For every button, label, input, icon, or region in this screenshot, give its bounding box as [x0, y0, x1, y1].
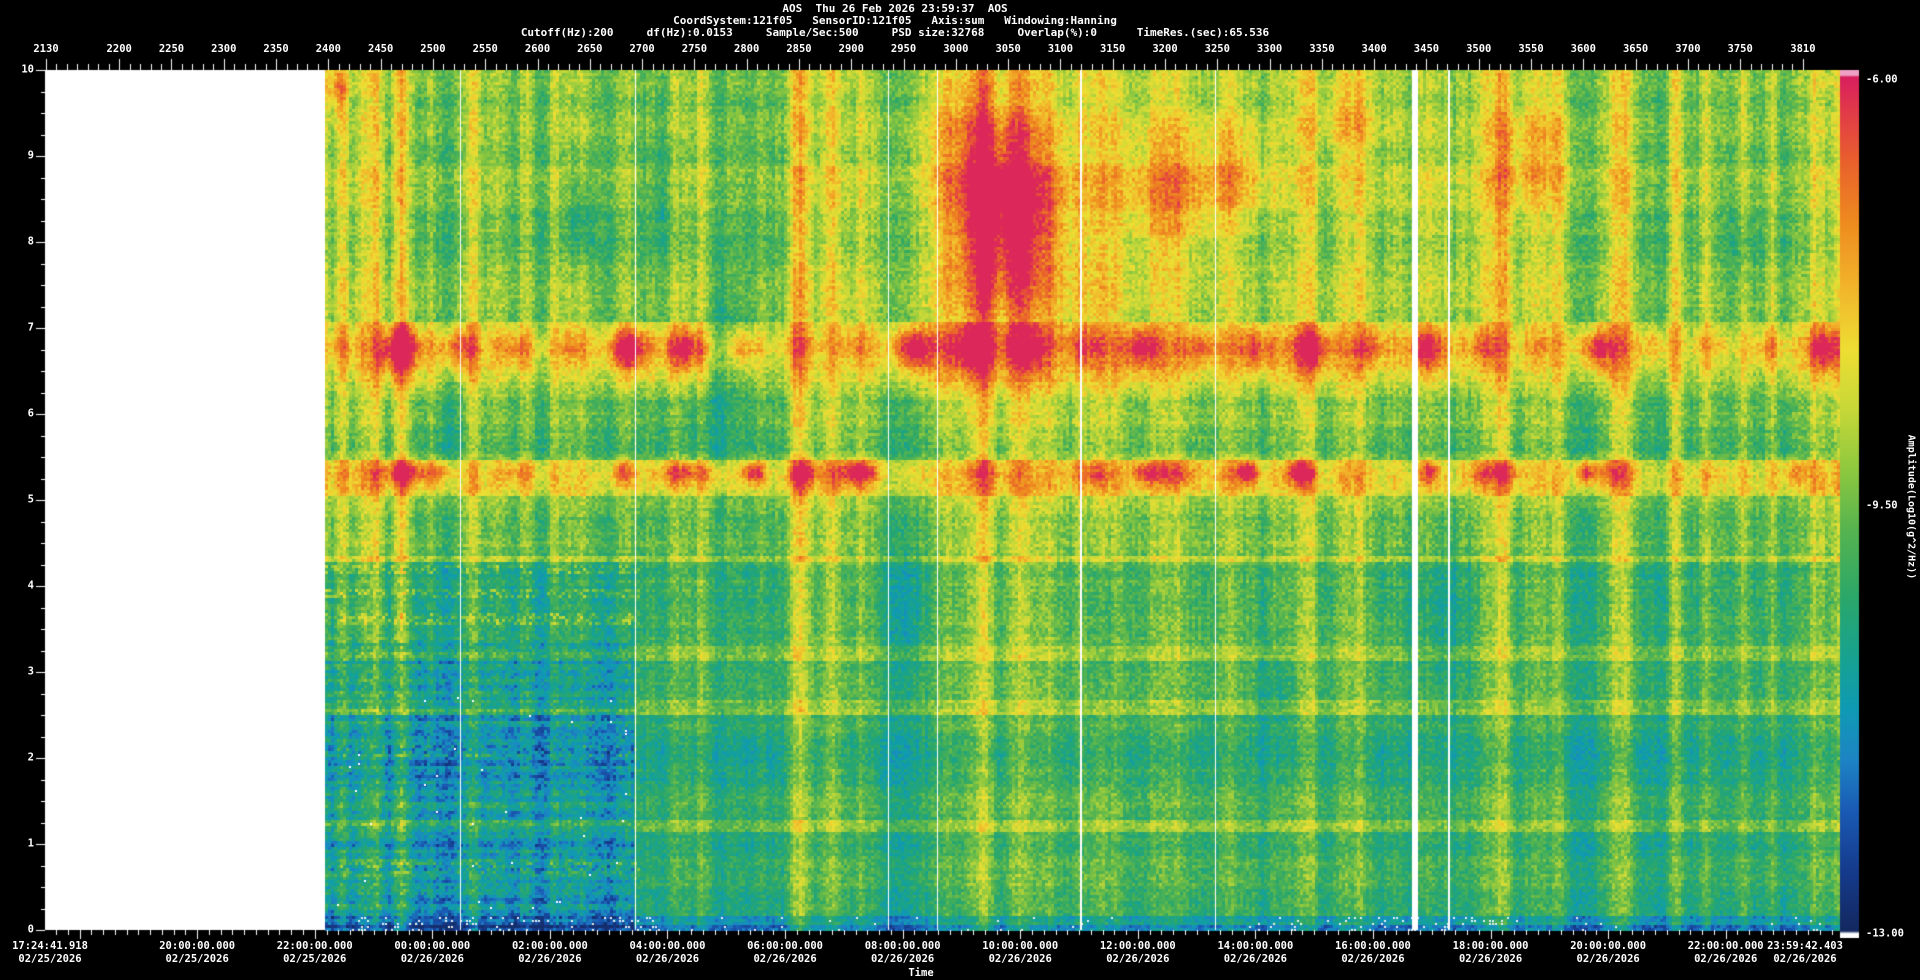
spectrogram-canvas	[0, 0, 1920, 980]
freq-axis-tick-label: 6	[28, 409, 34, 420]
date-tick-label: 02/26/2026	[1341, 954, 1404, 965]
time-tick-label: 20:00:00.000	[1570, 941, 1646, 952]
top-axis-tick-label: 3650	[1623, 44, 1648, 55]
time-tick-label: 23:59:42.403	[1767, 941, 1843, 952]
top-axis-tick-label: 2650	[577, 44, 602, 55]
time-tick-label: 02:00:00.000	[512, 941, 588, 952]
top-axis-tick-label: 3400	[1362, 44, 1387, 55]
date-tick-label: 02/26/2026	[1459, 954, 1522, 965]
top-axis-tick-label: 3350	[1309, 44, 1334, 55]
top-axis-tick-label: 3150	[1100, 44, 1125, 55]
date-tick-label: 02/26/2026	[518, 954, 581, 965]
time-tick-label: 18:00:00.000	[1453, 941, 1529, 952]
top-axis-tick-label: 2600	[525, 44, 550, 55]
top-axis-tick-label: 2400	[316, 44, 341, 55]
time-tick-label: 00:00:00.000	[394, 941, 470, 952]
time-axis-title: Time	[908, 968, 933, 979]
colorbar-mid-label: -9.50	[1866, 501, 1898, 512]
top-axis-tick-label: 2750	[682, 44, 707, 55]
time-tick-label: 20:00:00.000	[159, 941, 235, 952]
freq-axis-tick-label: 9	[28, 151, 34, 162]
top-axis-tick-label: 2950	[891, 44, 916, 55]
time-tick-label: 17:24:41.918	[12, 941, 88, 952]
top-axis-tick-label: 3750	[1728, 44, 1753, 55]
top-axis-tick-label: 2550	[473, 44, 498, 55]
date-tick-label: 02/26/2026	[636, 954, 699, 965]
top-axis-tick-label: 3250	[1205, 44, 1230, 55]
date-tick-label: 02/26/2026	[1224, 954, 1287, 965]
freq-axis-tick-label: 5	[28, 495, 34, 506]
top-axis-tick-label: 2500	[420, 44, 445, 55]
date-tick-label: 02/26/2026	[1106, 954, 1169, 965]
time-tick-label: 04:00:00.000	[630, 941, 706, 952]
time-tick-label: 14:00:00.000	[1217, 941, 1293, 952]
top-axis-tick-label: 2700	[629, 44, 654, 55]
colorbar-min-label: -13.00	[1866, 929, 1904, 940]
freq-axis-tick-label: 4	[28, 581, 34, 592]
colorbar-max-label: -6.00	[1866, 75, 1898, 86]
top-axis-tick-label: 3050	[995, 44, 1020, 55]
time-tick-label: 06:00:00.000	[747, 941, 823, 952]
top-axis-tick-label: 3700	[1675, 44, 1700, 55]
date-tick-label: 02/25/2026	[18, 954, 81, 965]
top-axis-tick-label: 3450	[1414, 44, 1439, 55]
freq-axis-tick-label: 1	[28, 839, 34, 850]
date-tick-label: 02/26/2026	[1577, 954, 1640, 965]
freq-axis-tick-label: 3	[28, 667, 34, 678]
top-axis-tick-label: 3200	[1152, 44, 1177, 55]
top-axis-tick-label: 2800	[734, 44, 759, 55]
freq-axis-tick-label: 0	[28, 925, 34, 936]
date-tick-label: 02/26/2026	[989, 954, 1052, 965]
date-tick-label: 02/26/2026	[1773, 954, 1836, 965]
top-axis-tick-label: 3300	[1257, 44, 1282, 55]
freq-axis-tick-label: 7	[28, 323, 34, 334]
top-axis-tick-label: 3000	[943, 44, 968, 55]
date-tick-label: 02/25/2026	[283, 954, 346, 965]
top-axis-tick-label: 3500	[1466, 44, 1491, 55]
top-axis-tick-label: 3600	[1571, 44, 1596, 55]
date-tick-label: 02/26/2026	[1694, 954, 1757, 965]
top-axis-tick-label: 3550	[1518, 44, 1543, 55]
date-tick-label: 02/26/2026	[871, 954, 934, 965]
top-axis-tick-label: 3100	[1048, 44, 1073, 55]
time-tick-label: 12:00:00.000	[1100, 941, 1176, 952]
freq-axis-tick-label: 8	[28, 237, 34, 248]
time-tick-label: 10:00:00.000	[982, 941, 1058, 952]
header-processing-params: Cutoff(Hz):200 df(Hz):0.0153 Sample/Sec:…	[395, 27, 1395, 39]
top-axis-tick-label: 2200	[107, 44, 132, 55]
top-axis-tick-label: 2250	[159, 44, 184, 55]
freq-axis-tick-label: 2	[28, 753, 34, 764]
top-axis-tick-label: 2450	[368, 44, 393, 55]
amplitude-axis-title: Amplitude(Log10(g^2/Hz))	[1906, 435, 1917, 580]
time-tick-label: 08:00:00.000	[865, 941, 941, 952]
top-axis-tick-label: 2350	[263, 44, 288, 55]
top-axis-tick-label: 2850	[786, 44, 811, 55]
time-tick-label: 22:00:00.000	[1688, 941, 1764, 952]
date-tick-label: 02/26/2026	[401, 954, 464, 965]
aos-spectrogram-viewer: AOS Thu 26 Feb 2026 23:59:37 AOS CoordSy…	[0, 0, 1920, 980]
time-tick-label: 22:00:00.000	[277, 941, 353, 952]
top-axis-tick-label: 2130	[33, 44, 58, 55]
freq-axis-tick-label: 10	[21, 65, 34, 76]
date-tick-label: 02/26/2026	[753, 954, 816, 965]
top-axis-tick-label: 3810	[1790, 44, 1815, 55]
top-axis-tick-label: 2900	[839, 44, 864, 55]
time-tick-label: 16:00:00.000	[1335, 941, 1411, 952]
date-tick-label: 02/25/2026	[166, 954, 229, 965]
top-axis-tick-label: 2300	[211, 44, 236, 55]
